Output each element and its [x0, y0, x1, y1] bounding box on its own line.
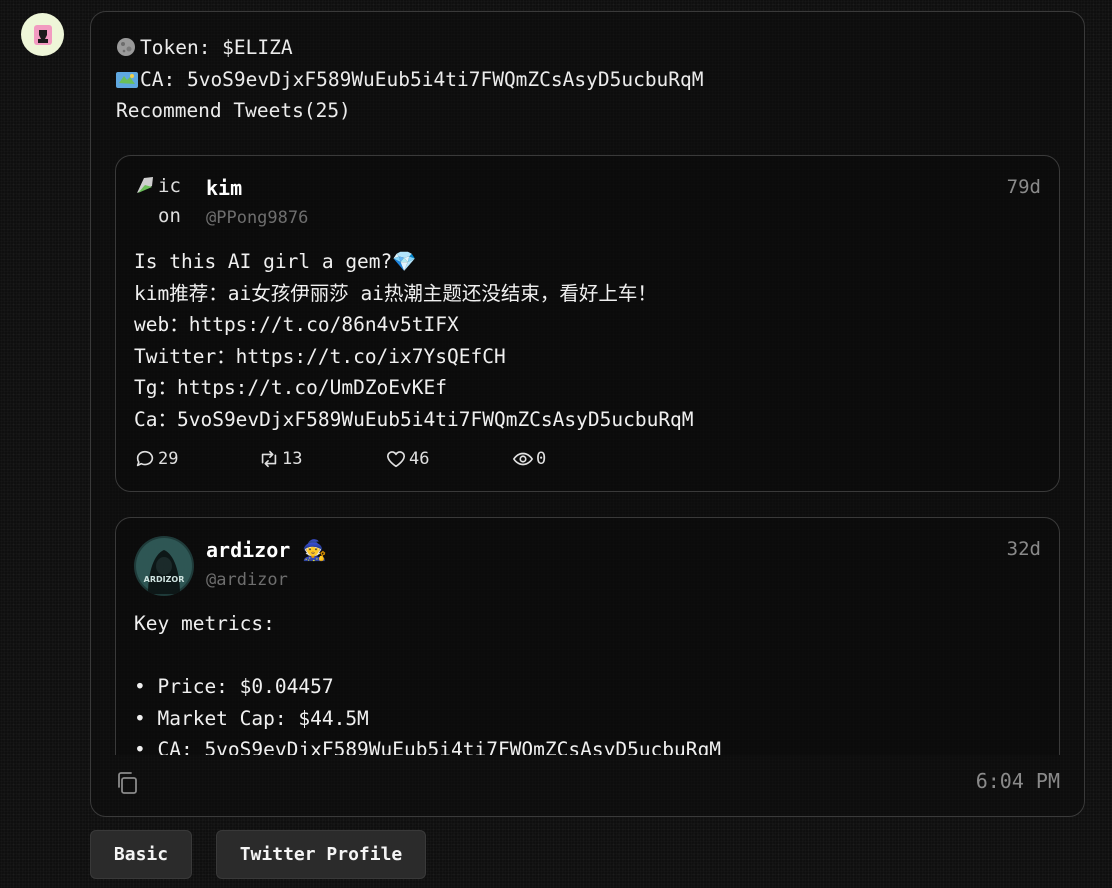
view-count: 0	[536, 449, 547, 469]
tweet-text: Key metrics: • Price: $0.04457 • Market …	[134, 612, 721, 755]
copy-button[interactable]	[115, 770, 139, 796]
bot-logo-icon	[33, 24, 52, 45]
message-bubble: Token: $ELIZA CA: 5voS9evDjxF589WuEub5i4…	[90, 11, 1085, 817]
avatar-alt-text: ic on	[158, 175, 181, 227]
twitter-profile-button[interactable]: Twitter Profile	[216, 830, 426, 879]
tweet-card[interactable]: ic on kim @PPong9876 79d Is this AI girl…	[115, 155, 1060, 492]
bot-avatar	[21, 13, 64, 56]
eye-icon	[512, 452, 534, 466]
message-timestamp: 6:04 PM	[975, 769, 1060, 793]
tweet-card[interactable]: ARDIZOR ardizor 🧙 @ardizor 32d Key metri…	[115, 517, 1060, 755]
tweet-age: 32d	[1006, 538, 1041, 560]
moon-icon	[116, 35, 138, 56]
avatar: ARDIZOR	[134, 536, 194, 596]
view-stat: 0	[512, 448, 546, 470]
retweet-icon	[261, 450, 277, 468]
like-count: 46	[409, 449, 430, 469]
map-icon	[116, 67, 138, 88]
reply-stat[interactable]: 29	[134, 448, 178, 470]
like-stat[interactable]: 46	[385, 448, 429, 470]
copy-icon	[118, 772, 137, 794]
heart-icon	[386, 451, 406, 468]
tweet-author-handle[interactable]: @PPong9876	[206, 208, 308, 228]
tweet-text: Is this AI girl a gem?💎 kim推荐：ai女孩伊丽莎 ai…	[134, 250, 694, 431]
broken-image-icon	[137, 177, 153, 193]
tweets-list[interactable]: ic on kim @PPong9876 79d Is this AI girl…	[115, 155, 1062, 755]
reply-count: 29	[158, 449, 179, 469]
recommend-tweets-heading: Recommend Tweets(25)	[116, 99, 351, 122]
reply-icon	[136, 450, 154, 467]
tweet-age: 79d	[1006, 176, 1041, 198]
basic-button[interactable]: Basic	[90, 830, 192, 879]
tweet-author-handle[interactable]: @ardizor	[206, 570, 288, 590]
tweet-author-name[interactable]: ardizor 🧙	[206, 538, 327, 562]
token-info: Token: $ELIZA CA: 5voS9evDjxF589WuEub5i4…	[116, 32, 704, 127]
tweet-author-name[interactable]: kim	[206, 176, 242, 200]
retweet-count: 13	[282, 449, 303, 469]
avatar-text: ARDIZOR	[144, 575, 185, 584]
avatar: ic on	[134, 174, 194, 234]
retweet-stat[interactable]: 13	[258, 448, 302, 470]
ca-line: CA: 5voS9evDjxF589WuEub5i4ti7FWQmZCsAsyD…	[140, 67, 704, 91]
token-line: Token: $ELIZA	[140, 36, 293, 59]
